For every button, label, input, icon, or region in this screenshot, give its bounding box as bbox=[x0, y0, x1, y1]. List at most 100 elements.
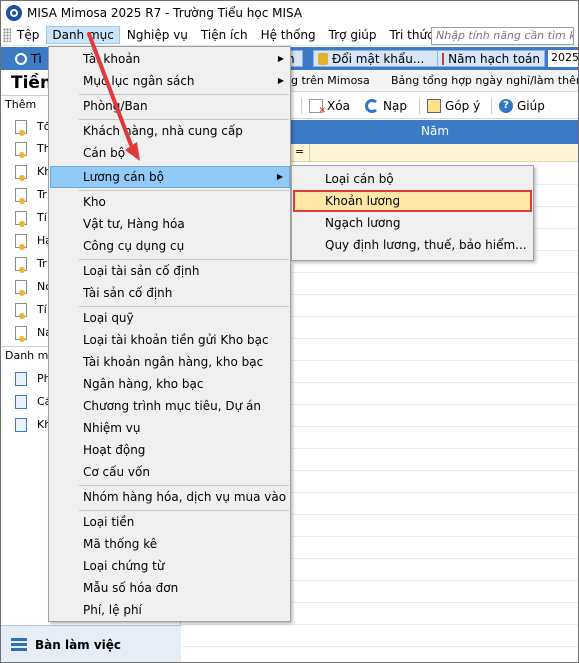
feedback-button[interactable]: Góp ý bbox=[427, 97, 480, 115]
menu-item-voucher-types[interactable]: Loại chứng từ bbox=[50, 555, 290, 577]
menu-item-tasks[interactable]: Nhiệm vụ bbox=[50, 417, 290, 439]
reload-label: Nạp bbox=[383, 99, 407, 113]
workspace-label: Bàn làm việc bbox=[35, 638, 122, 652]
calendar-icon bbox=[442, 52, 445, 65]
menu-item-programs-projects[interactable]: Chương trình mục tiêu, Dự án bbox=[50, 395, 290, 417]
delete-label: Xóa bbox=[327, 99, 350, 113]
sidebar-item-icon bbox=[15, 120, 27, 136]
delete-button[interactable]: Xóa bbox=[309, 97, 350, 116]
submenu-item-salary-grades[interactable]: Ngạch lương bbox=[293, 212, 532, 234]
menu-item-capital-structure[interactable]: Cơ cấu vốn bbox=[50, 461, 290, 483]
menu-item-activities[interactable]: Hoạt động bbox=[50, 439, 290, 461]
fiscal-year-label: Năm hạch toán bbox=[448, 51, 540, 66]
submenu-item-salary-items[interactable]: Khoản lương bbox=[293, 190, 532, 212]
submenu-arrow-icon: ▶ bbox=[277, 54, 284, 63]
submenu-item-salary-rules[interactable]: Quy định lương, thuế, bảo hiểm... bbox=[293, 234, 532, 256]
menu-item-tools[interactable]: Công cụ dụng cụ bbox=[50, 235, 290, 257]
salary-submenu: Loại cán bộ Khoản lương Ngạch lương Quy … bbox=[291, 165, 534, 261]
title-bar: MISA Mimosa 2025 R7 - Trường Tiểu học MI… bbox=[1, 1, 578, 25]
help-button[interactable]: ? Giúp bbox=[499, 97, 545, 115]
change-password-button[interactable]: Đổi mật khẩu... bbox=[313, 50, 439, 67]
menu-item-invoice-templates[interactable]: Mẫu số hóa đơn bbox=[50, 577, 290, 599]
sidebar-item-icon bbox=[15, 257, 27, 273]
sidebar-item-icon bbox=[15, 142, 27, 158]
workspace-panel[interactable]: Bàn làm việc bbox=[1, 625, 181, 662]
menu-system[interactable]: Hệ thống bbox=[255, 26, 322, 44]
tab-summary[interactable]: Bảng tổng hợp ngày nghỉ/làm thêm/làm bbox=[391, 74, 578, 87]
menu-item-treasury-deposit-types[interactable]: Loại tài khoản tiền gửi Kho bạc bbox=[50, 329, 290, 351]
catalog-dropdown-menu: Tài khoản ▶ Mục lục ngân sách ▶ Phòng/Ban … bbox=[48, 46, 291, 622]
submenu-arrow-icon: ▶ bbox=[277, 76, 284, 85]
change-password-label: Đổi mật khẩu... bbox=[332, 51, 425, 66]
document-icon bbox=[15, 395, 27, 409]
menu-item-goods[interactable]: Vật tư, Hàng hóa bbox=[50, 213, 290, 235]
menu-item-customers-suppliers[interactable]: Khách hàng, nhà cung cấp bbox=[50, 120, 290, 142]
menu-catalog[interactable]: Danh mục bbox=[46, 26, 120, 44]
menu-item-label: Mục lục ngân sách bbox=[83, 74, 195, 88]
sidebar-item-icon bbox=[15, 234, 27, 250]
menu-item-currencies[interactable]: Loại tiền bbox=[50, 511, 290, 533]
divider bbox=[419, 98, 420, 114]
fiscal-year-button[interactable]: Năm hạch toán bbox=[437, 50, 545, 67]
sidebar-item-icon bbox=[15, 165, 27, 181]
menu-item-warehouse[interactable]: Kho bbox=[50, 191, 290, 213]
menu-bar: Tệp Danh mục Nghiệp vụ Tiện ích Hệ thống… bbox=[1, 25, 578, 46]
menu-item-departments[interactable]: Phòng/Ban bbox=[50, 95, 290, 117]
help-icon: ? bbox=[499, 99, 513, 113]
menu-item-statistic-codes[interactable]: Mã thống kê bbox=[50, 533, 290, 555]
menu-operations[interactable]: Nghiệp vụ bbox=[121, 26, 194, 44]
document-icon bbox=[15, 418, 27, 432]
menu-item-fees[interactable]: Phí, lệ phí bbox=[50, 599, 290, 621]
menu-item-staff-salary[interactable]: Lương cán bộ ▶ bbox=[50, 166, 290, 188]
menu-item-banks[interactable]: Ngân hàng, kho bạc bbox=[50, 373, 290, 395]
app-window: MISA Mimosa 2025 R7 - Trường Tiểu học MI… bbox=[0, 0, 579, 663]
sidebar-item[interactable]: Tí bbox=[37, 211, 47, 224]
search-toolbar-button[interactable]: Tì bbox=[15, 50, 42, 67]
key-icon bbox=[318, 52, 328, 65]
column-year-header[interactable]: Năm bbox=[421, 124, 449, 138]
submenu-arrow-icon: ▶ bbox=[276, 172, 283, 181]
feature-search-input[interactable]: Nhập tính năng cần tìm kiếm bbox=[431, 27, 574, 45]
menu-item-bank-accounts[interactable]: Tài khoản ngân hàng, kho bạc bbox=[50, 351, 290, 373]
menu-item-purchase-groups[interactable]: Nhóm hàng hóa, dịch vụ mua vào bbox=[50, 486, 290, 508]
document-icon bbox=[15, 372, 27, 386]
fiscal-year-value[interactable]: 2025 bbox=[548, 50, 578, 67]
menu-item-staff[interactable]: Cán bộ bbox=[50, 142, 290, 164]
menu-item-budget-index[interactable]: Mục lục ngân sách ▶ bbox=[50, 70, 290, 92]
menu-item-label: Lương cán bộ bbox=[83, 170, 164, 184]
grip-icon bbox=[3, 28, 11, 42]
divider bbox=[301, 98, 302, 114]
divider bbox=[491, 98, 492, 114]
sidebar-item[interactable]: Tí bbox=[37, 303, 47, 316]
sidebar-item-icon bbox=[15, 280, 27, 296]
sidebar-item-icon bbox=[15, 326, 27, 342]
menu-item-accounts[interactable]: Tài khoản ▶ bbox=[50, 48, 290, 70]
sidebar-item[interactable]: Tr bbox=[37, 188, 47, 201]
menu-file[interactable]: Tệp bbox=[11, 26, 45, 44]
search-icon bbox=[15, 52, 27, 65]
menu-help[interactable]: Trợ giúp bbox=[323, 26, 383, 44]
feedback-label: Góp ý bbox=[445, 99, 481, 113]
help-label: Giúp bbox=[517, 99, 545, 113]
submenu-item-staff-types[interactable]: Loại cán bộ bbox=[293, 168, 532, 190]
tab-mimosa[interactable]: g trên Mimosa bbox=[291, 74, 370, 87]
sidebar-item-icon bbox=[15, 303, 27, 319]
sidebar-title: Tiền bbox=[11, 73, 53, 93]
list-icon bbox=[11, 638, 27, 652]
menu-utilities[interactable]: Tiện ích bbox=[195, 26, 254, 44]
reload-button[interactable]: Nạp bbox=[365, 97, 407, 115]
refresh-icon bbox=[365, 99, 379, 113]
menu-item-fund-types[interactable]: Loại quỹ bbox=[50, 307, 290, 329]
sidebar-section-add: Thêm bbox=[5, 98, 37, 111]
misa-logo-icon bbox=[6, 5, 22, 21]
sidebar-item-icon bbox=[15, 188, 27, 204]
menu-item-label: Tài khoản bbox=[83, 52, 141, 66]
delete-icon bbox=[309, 99, 326, 116]
sidebar-item[interactable]: Tr bbox=[37, 257, 47, 270]
filter-operator[interactable]: = bbox=[295, 145, 304, 158]
menu-item-fixed-asset-types[interactable]: Loại tài sản cố định bbox=[50, 260, 290, 282]
search-toolbar-label: Tì bbox=[31, 51, 42, 66]
window-title: MISA Mimosa 2025 R7 - Trường Tiểu học MI… bbox=[27, 6, 303, 20]
divider bbox=[309, 144, 310, 162]
menu-item-fixed-assets[interactable]: Tài sản cố định bbox=[50, 282, 290, 304]
